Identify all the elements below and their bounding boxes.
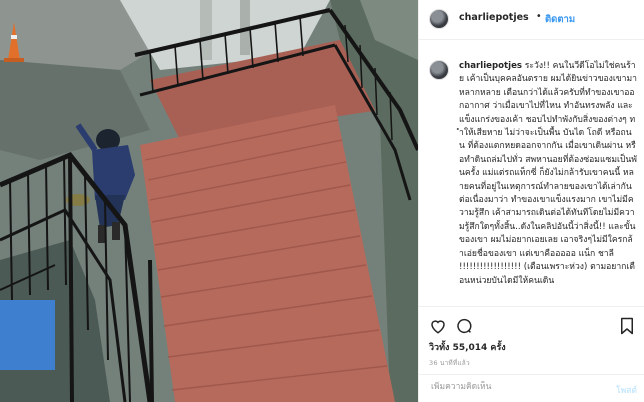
bookmark-icon[interactable]: [619, 317, 635, 335]
caption-username[interactable]: charliepotjes: [459, 61, 522, 71]
view-count[interactable]: วิวทั้ง 55,014 ครั้ง: [429, 340, 506, 354]
caption-avatar-icon[interactable]: [429, 60, 449, 80]
caption-body: ระวัง!! คนในวีดีโอไม่ใช่คนร้าย เค้าเป็นบ…: [459, 61, 637, 286]
follow-button[interactable]: ติดตาม: [545, 12, 575, 27]
post-header: charliepotjes • ติดตาม: [419, 0, 644, 40]
comment-bubble-icon[interactable]: [455, 317, 473, 335]
header-username[interactable]: charliepotjes: [459, 12, 529, 23]
post-timestamp[interactable]: 36 นาทีที่แล้ว: [429, 358, 470, 368]
cctv-staircase-scene: [0, 0, 418, 402]
caption-area: charliepotjes ระวัง!! คนในวีดีโอไม่ใช่คน…: [419, 40, 644, 288]
caption-text: charliepotjes ระวัง!! คนในวีดีโอไม่ใช่คน…: [459, 60, 637, 288]
post-comment-button[interactable]: โพสต์: [616, 383, 637, 397]
post-image[interactable]: [0, 0, 418, 402]
comment-input[interactable]: [429, 381, 583, 393]
comment-bar: โพสต์: [419, 374, 644, 402]
profile-avatar-icon[interactable]: [429, 9, 449, 29]
heart-icon[interactable]: [429, 317, 447, 335]
post-side-panel: charliepotjes • ติดตาม charliepotjes ระว…: [418, 0, 644, 402]
blue-container: [0, 300, 55, 370]
header-separator: •: [536, 11, 542, 22]
